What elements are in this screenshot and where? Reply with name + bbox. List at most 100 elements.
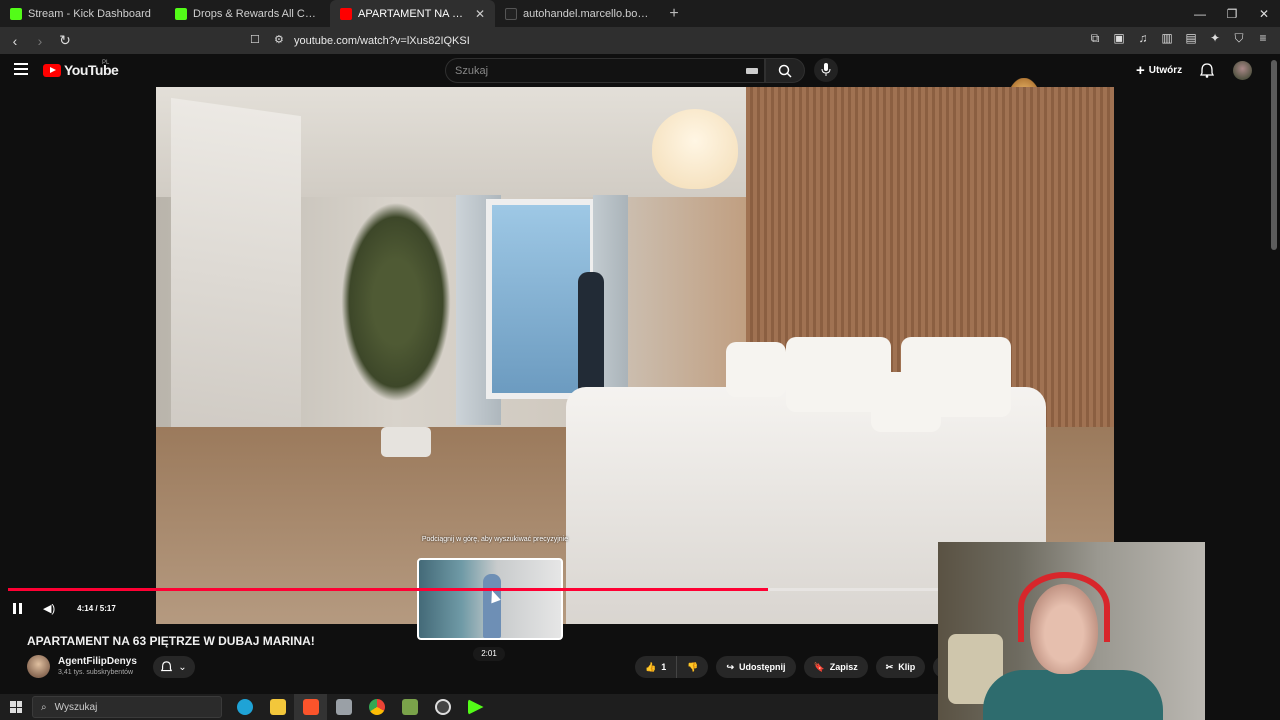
notification-settings-button[interactable]: ⌄ xyxy=(153,656,195,678)
file-explorer-icon[interactable] xyxy=(261,694,294,720)
scene-plant-pot xyxy=(381,427,431,457)
address-bar[interactable]: ☐ ⚙ youtube.com/watch?v=lXus82IQKSI xyxy=(244,30,994,51)
tab-title: autohandel.marcello.bojano (@marc xyxy=(523,7,650,20)
dislike-button[interactable]: 👎 xyxy=(677,656,709,678)
timecode: 4:14 / 5:17 xyxy=(77,603,116,613)
progress-bar[interactable] xyxy=(8,588,938,591)
windows-taskbar: ⌕ Wyszukaj xyxy=(0,694,938,720)
player-controls: ◀) 4:14 / 5:17 xyxy=(0,598,940,618)
tab-tiktok[interactable]: autohandel.marcello.bojano (@marc xyxy=(495,0,660,27)
search-icon: ⌕ xyxy=(41,701,47,713)
thumbs-down-icon: 👎 xyxy=(687,661,699,672)
video-actions: 👍 1 👎 ↪ Udostępnij 🔖 Zapisz ✂ Klip ⤓ Po xyxy=(635,656,968,678)
url-text: youtube.com/watch?v=lXus82IQKSI xyxy=(294,34,470,47)
sidebar-icon[interactable]: ▣ xyxy=(1112,31,1126,45)
save-label: Zapisz xyxy=(829,662,858,672)
plus-icon: + xyxy=(1136,62,1145,79)
video-title: APARTAMENT NA 63 PIĘTRZE W DUBAJ MARINA! xyxy=(27,634,315,648)
hamburger-menu-icon[interactable] xyxy=(14,63,28,75)
youtube-play-icon xyxy=(43,63,61,77)
search-input[interactable]: Szukaj xyxy=(445,58,765,83)
subscriber-count: 3,41 tys. subskrybentów xyxy=(58,669,134,676)
close-tab-icon[interactable]: ✕ xyxy=(475,7,485,21)
save-button[interactable]: 🔖 Zapisz xyxy=(803,656,868,678)
scene-person xyxy=(578,272,604,400)
tab-kick-dashboard[interactable]: Stream - Kick Dashboard xyxy=(0,0,165,27)
chevron-down-icon: ⌄ xyxy=(178,661,187,673)
kick-icon[interactable] xyxy=(459,694,492,720)
notifications-bell-icon[interactable] xyxy=(1199,63,1215,83)
scene-pillow xyxy=(726,342,786,397)
webcam-headphones xyxy=(1018,572,1110,642)
scene-plant xyxy=(341,202,451,402)
panel-icon[interactable]: ▥ xyxy=(1160,31,1174,45)
brave-icon[interactable] xyxy=(294,694,327,720)
music-icon[interactable]: ♫ xyxy=(1136,31,1150,45)
pause-icon[interactable] xyxy=(13,602,23,614)
bookmark-icon: 🔖 xyxy=(813,661,825,672)
share-label: Udostępnij xyxy=(739,662,786,672)
extension-icons: ⧉ ▣ ♫ ▥ ▤ ✦ ⛉ ≡ xyxy=(1088,31,1270,46)
seek-preview-time: 2:01 xyxy=(473,647,505,661)
clip-label: Klip xyxy=(898,662,916,672)
edge-icon[interactable] xyxy=(228,694,261,720)
like-dislike-group: 👍 1 👎 xyxy=(635,656,709,678)
obs-icon[interactable] xyxy=(426,694,459,720)
minimize-icon[interactable]: — xyxy=(1184,0,1216,27)
voice-search-button[interactable] xyxy=(814,58,838,82)
app-icon[interactable] xyxy=(327,694,360,720)
microphone-icon xyxy=(821,63,831,76)
account-avatar[interactable] xyxy=(1233,61,1252,80)
like-button[interactable]: 👍 1 xyxy=(635,656,678,678)
share-button[interactable]: ↪ Udostępnij xyxy=(716,656,796,678)
seek-hint: Podciągnij w górę, aby wyszukiwać precyz… xyxy=(421,536,569,543)
kick-favicon-icon xyxy=(175,7,187,20)
volume-icon[interactable]: ◀) xyxy=(43,602,55,615)
browser-toolbar: ‹ › ↻ ☐ ⚙ youtube.com/watch?v=lXus82IQKS… xyxy=(0,27,1280,91)
youtube-favicon-icon xyxy=(340,7,352,20)
bell-icon xyxy=(161,661,173,672)
extension-puzzle-icon[interactable]: ⧉ xyxy=(1088,31,1102,45)
menu-icon[interactable]: ≡ xyxy=(1256,31,1270,45)
search-icon xyxy=(778,64,792,78)
share-icon: ↪ xyxy=(726,661,734,672)
ai-icon[interactable]: ✦ xyxy=(1208,31,1222,45)
taskbar-search-input[interactable]: ⌕ Wyszukaj xyxy=(32,696,222,718)
game-icon[interactable] xyxy=(393,694,426,720)
bookmark-icon[interactable]: ☐ xyxy=(250,33,260,46)
forward-icon[interactable]: › xyxy=(30,31,50,51)
tab-youtube-video[interactable]: APARTAMENT NA 63 PIĘTRZE ✕ xyxy=(330,0,495,27)
browser-tab-bar: Stream - Kick Dashboard Drops & Rewards … xyxy=(0,0,1280,27)
site-info-icon[interactable]: ⚙ xyxy=(274,33,284,46)
channel-avatar[interactable] xyxy=(27,655,50,678)
page-scrollbar[interactable] xyxy=(1271,60,1277,250)
tab-kick-drops[interactable]: Drops & Rewards All Campaigns - Ki xyxy=(165,0,330,27)
search-button[interactable] xyxy=(765,58,805,83)
new-tab-button[interactable]: + xyxy=(660,5,688,23)
scene-wall-art xyxy=(171,97,301,457)
youtube-masthead: YouTube PL Szukaj + Utwórz xyxy=(0,54,1280,140)
keyboard-icon[interactable] xyxy=(746,68,758,74)
reload-icon[interactable]: ↻ xyxy=(55,31,75,51)
create-label: Utwórz xyxy=(1148,65,1183,76)
restore-icon[interactable]: ❐ xyxy=(1216,0,1248,27)
tab-title: Stream - Kick Dashboard xyxy=(28,7,151,20)
channel-name[interactable]: AgentFilipDenys xyxy=(58,656,137,667)
create-button[interactable]: + Utwórz xyxy=(1136,62,1182,79)
scene-pendant-lamp xyxy=(652,109,738,189)
vpn-icon[interactable]: ⛉ xyxy=(1232,31,1246,45)
tab-title: APARTAMENT NA 63 PIĘTRZE xyxy=(358,7,469,20)
country-code: PL xyxy=(102,60,110,66)
search-placeholder: Szukaj xyxy=(455,64,489,77)
like-count: 1 xyxy=(661,662,667,672)
windows-start-icon[interactable] xyxy=(10,701,22,713)
clip-button[interactable]: ✂ Klip xyxy=(875,656,926,678)
close-window-icon[interactable]: ✕ xyxy=(1248,0,1280,27)
window-controls: — ❐ ✕ xyxy=(1184,0,1280,27)
chrome-icon[interactable] xyxy=(360,694,393,720)
webcam-jacket xyxy=(983,670,1163,720)
wallet-icon[interactable]: ▤ xyxy=(1184,31,1198,45)
scene-pillow xyxy=(871,372,941,432)
taskbar-search-placeholder: Wyszukaj xyxy=(54,701,98,713)
back-icon[interactable]: ‹ xyxy=(5,31,25,51)
